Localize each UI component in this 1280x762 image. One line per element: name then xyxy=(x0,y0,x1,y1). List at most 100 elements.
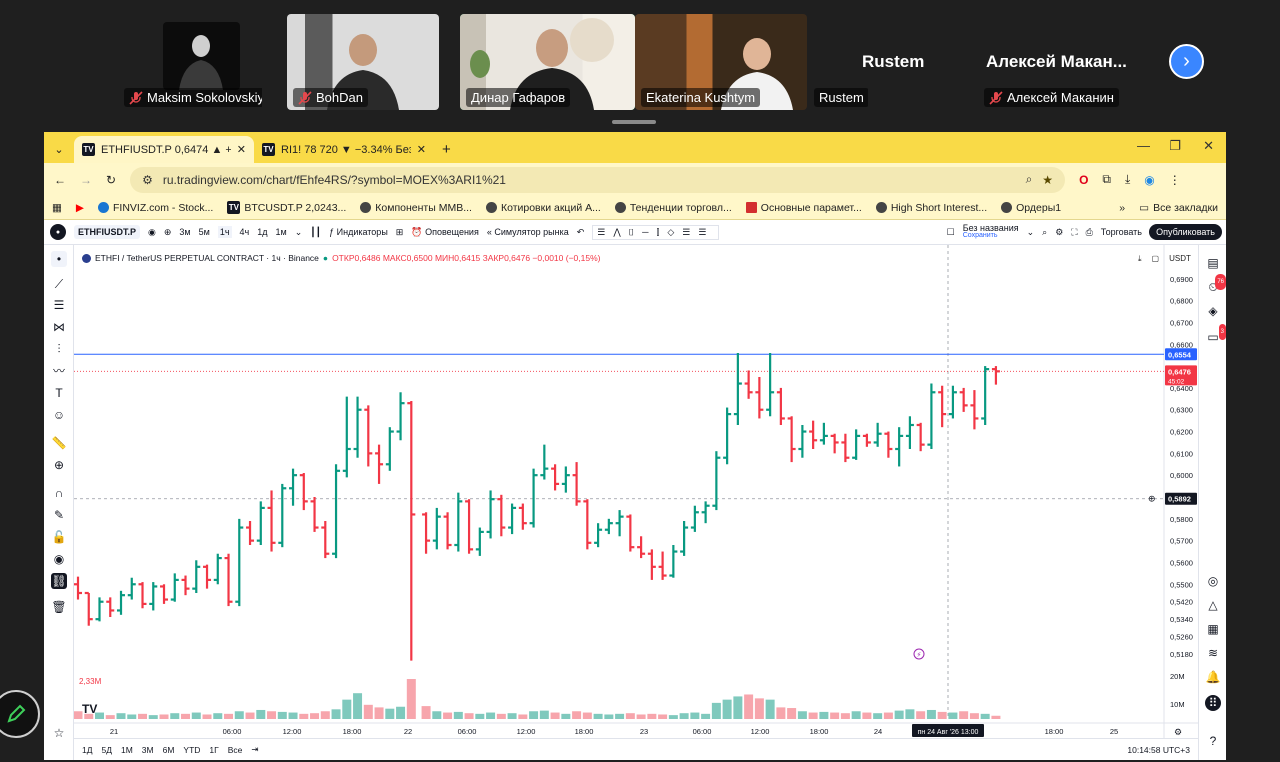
bookmark-item[interactable]: Котировки акций А... xyxy=(485,202,601,214)
alerts-clock-icon[interactable]: ⏲ 76 xyxy=(1205,274,1226,295)
alerts-button[interactable]: ⏰ Оповещения xyxy=(411,227,478,238)
drag-handle[interactable] xyxy=(612,120,656,124)
participant-tile[interactable]: Алексей Маканин xyxy=(978,14,1123,110)
price-chart[interactable]: 0,69000,68000,67000,66000,64000,63000,62… xyxy=(74,245,1198,738)
range-button[interactable]: 1М xyxy=(121,745,133,755)
chat-icon[interactable]: ▭ 3 xyxy=(1205,324,1226,345)
user-avatar[interactable]: ● xyxy=(50,224,66,240)
bookmark-item[interactable]: TV BTCUSDT.P 2,0243... xyxy=(227,201,346,214)
interval-button[interactable]: 5м xyxy=(199,227,210,237)
interval-button[interactable]: 1м xyxy=(276,227,287,237)
tab-close-icon[interactable]: ✕ xyxy=(417,143,426,156)
menu-icon[interactable]: ⋮ xyxy=(1169,173,1181,187)
settings-gear-icon[interactable]: ⚙ xyxy=(1055,227,1063,238)
lock-pencil-icon[interactable]: ✎ xyxy=(51,507,67,523)
interval-button[interactable]: 4ч xyxy=(240,227,250,237)
publish-button[interactable]: Опубликовать xyxy=(1149,224,1222,240)
trade-button[interactable]: Торговать xyxy=(1101,227,1142,237)
drawing-toolbar[interactable]: ☰⋀⌷─⫿◇☰☰ xyxy=(592,224,720,240)
zoom-icon[interactable]: ⌕ xyxy=(1026,172,1033,187)
back-icon[interactable]: ← xyxy=(54,173,66,187)
range-button[interactable]: Все xyxy=(228,745,243,755)
cursor-icon[interactable]: • xyxy=(51,251,67,267)
range-button[interactable]: 1Д xyxy=(82,745,92,755)
eye-icon[interactable]: ◉ xyxy=(148,227,156,238)
tab-list-button[interactable]: ⌄ xyxy=(44,136,74,163)
text-icon[interactable]: T xyxy=(51,385,67,401)
zoom-in-icon[interactable]: ⊕ xyxy=(51,457,67,473)
indicators-button[interactable]: ƒ Индикаторы xyxy=(329,227,388,237)
bar-style-icon[interactable]: ┃┃ xyxy=(310,227,321,238)
download-icon[interactable]: ⤓ xyxy=(1125,172,1130,187)
bell-icon[interactable]: 🔔 xyxy=(1205,669,1221,685)
range-button[interactable]: 6М xyxy=(163,745,175,755)
close-window-icon[interactable]: ✕ xyxy=(1203,138,1214,154)
fullscreen-icon[interactable]: ⛶ xyxy=(1071,227,1077,238)
interval-button-active[interactable]: 1ч xyxy=(217,226,232,238)
camera-icon[interactable]: ⎙ xyxy=(1086,227,1093,238)
apps-grid-icon[interactable]: ▦ xyxy=(52,202,62,214)
forward-icon[interactable]: → xyxy=(80,173,92,187)
apps-icon[interactable]: ⠿ xyxy=(1205,695,1221,711)
range-button[interactable]: 5Д xyxy=(101,745,111,755)
chevron-down-icon[interactable]: ⌄ xyxy=(1027,227,1035,238)
tab-ethfi[interactable]: TV ETHFIUSDT.P 0,6474 ▲ +5.34% ✕ xyxy=(74,136,254,163)
trash-icon[interactable]: 🗑 xyxy=(51,599,67,615)
profile-icon[interactable]: ◉ xyxy=(1144,173,1154,187)
download-icon[interactable]: ⤓ xyxy=(1138,254,1142,264)
pyramid-icon[interactable]: △ xyxy=(1205,597,1221,613)
tab-close-icon[interactable]: ✕ xyxy=(237,143,246,156)
layers-icon[interactable]: ◈ xyxy=(1205,303,1221,319)
target-icon[interactable]: ◎ xyxy=(1205,573,1221,589)
forecast-icon[interactable]: ⫶ xyxy=(51,341,67,357)
bookmark-star-icon[interactable]: ★ xyxy=(1042,173,1053,187)
link-icon[interactable]: ⛓ xyxy=(51,573,67,589)
site-info-icon[interactable]: ⚙ xyxy=(142,173,153,187)
participant-tile-active[interactable]: Динар Гафаров xyxy=(460,14,635,110)
range-button[interactable]: YTD xyxy=(183,745,200,755)
interval-button[interactable]: 3м xyxy=(179,227,190,237)
range-button[interactable]: 3М xyxy=(142,745,154,755)
search-icon[interactable]: ⌕ xyxy=(1042,227,1047,238)
bookmark-item[interactable]: High Short Interest... xyxy=(875,202,987,214)
chevron-down-icon[interactable]: ⌄ xyxy=(295,227,303,238)
magnet-icon[interactable]: ∩ xyxy=(51,485,67,501)
templates-icon[interactable]: ⊞ xyxy=(396,227,404,238)
ruler-icon[interactable]: 📏 xyxy=(51,435,67,451)
symbol-search[interactable]: ETHFIUSDT.P xyxy=(74,225,141,239)
interval-button[interactable]: 1д xyxy=(257,227,267,237)
trend-line-icon[interactable]: ⟋ xyxy=(51,276,67,292)
eye-icon[interactable]: ◉ xyxy=(51,551,67,567)
all-bookmarks-button[interactable]: ▭ Все закладки xyxy=(1139,202,1218,214)
opera-extension-icon[interactable]: O xyxy=(1079,173,1088,187)
participant-tile[interactable]: BohDan xyxy=(287,14,439,110)
layout-checkbox-icon[interactable]: ☐ xyxy=(947,227,955,238)
annotate-button[interactable] xyxy=(0,690,40,738)
bookmark-item[interactable]: Ордеры1 xyxy=(1001,202,1061,214)
participant-tile[interactable]: Ekaterina Kushtym xyxy=(635,14,807,110)
more-bookmarks-icon[interactable]: » xyxy=(1119,202,1125,214)
scale-settings-icon[interactable]: ▢ xyxy=(1152,254,1160,264)
goto-date-icon[interactable]: ⇥ xyxy=(251,744,258,755)
url-field[interactable]: ⚙ ru.tradingview.com/chart/fEhfe4RS/?sym… xyxy=(130,166,1066,193)
bookmark-item[interactable]: FINVIZ.com - Stock... xyxy=(98,202,213,214)
emoji-icon[interactable]: ☺ xyxy=(51,407,67,423)
help-icon[interactable]: ? xyxy=(1205,733,1221,749)
restore-icon[interactable]: ❐ xyxy=(1169,138,1181,154)
extensions-icon[interactable]: ⧉ xyxy=(1102,172,1111,187)
fib-icon[interactable]: ☰ xyxy=(51,297,67,313)
participant-tile[interactable]: Maksim Sokolovskiy xyxy=(118,14,262,110)
youtube-icon[interactable]: ▶ xyxy=(76,202,84,214)
bookmark-item[interactable]: Тенденции торговл... xyxy=(614,202,732,214)
favorites-star-icon[interactable]: ☆ xyxy=(51,725,67,741)
bookmark-item[interactable]: Компоненты MMB... xyxy=(360,202,472,214)
pattern-icon[interactable]: ⋈ xyxy=(51,319,67,335)
brush-icon[interactable]: 〰 xyxy=(51,363,67,379)
layout-name[interactable]: Без названия Сохранить xyxy=(963,224,1019,240)
currency-select[interactable]: USDT xyxy=(1169,254,1191,264)
watchlist-icon[interactable]: ▤ xyxy=(1205,255,1221,271)
calendar-icon[interactable]: ▦ xyxy=(1205,621,1221,637)
new-tab-button[interactable]: + xyxy=(434,136,459,163)
tab-ri1[interactable]: TV RI1! 78 720 ▼ −3.34% Без назва ✕ xyxy=(254,136,434,163)
undo-icon[interactable]: ↶ xyxy=(577,227,585,238)
